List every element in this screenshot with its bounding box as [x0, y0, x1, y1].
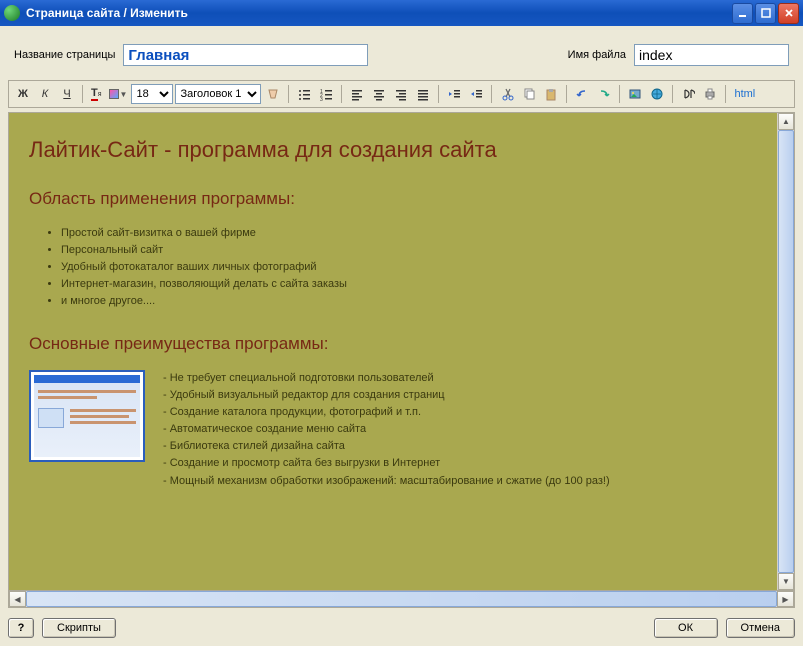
scroll-right-button[interactable]: ▶ — [777, 591, 794, 607]
filename-label: Имя файла — [568, 49, 626, 61]
ordered-list-button[interactable]: 123 — [316, 84, 336, 104]
list-item: Персональный сайт — [61, 242, 757, 259]
indent-button[interactable] — [466, 84, 486, 104]
thumbnail-image — [29, 370, 145, 462]
close-button[interactable] — [778, 3, 799, 24]
list-item: - Удобный визуальный редактор для создан… — [163, 387, 610, 404]
list-item: - Не требует специальной подготовки поль… — [163, 370, 610, 387]
titlebar: Страница сайта / Изменить — [0, 0, 803, 26]
scroll-up-button[interactable]: ▲ — [778, 113, 794, 130]
window-title: Страница сайта / Изменить — [26, 6, 732, 20]
outdent-button[interactable] — [444, 84, 464, 104]
horizontal-scrollbar[interactable]: ◀ ▶ — [8, 591, 795, 608]
minimize-button[interactable] — [732, 3, 753, 24]
list-item: - Мощный механизм обработки изображений:… — [163, 473, 610, 490]
find-button[interactable] — [678, 84, 698, 104]
help-button[interactable]: ? — [8, 618, 34, 638]
toolbar: Ж К Ч Tя ▼ 18 Заголовок 1 123 — [8, 80, 795, 108]
window-buttons — [732, 3, 799, 24]
copy-button[interactable] — [519, 84, 539, 104]
list-item: Простой сайт-визитка о вашей фирме — [61, 225, 757, 242]
dialog-body: Название страницы Имя файла Ж К Ч Tя ▼ 1… — [0, 26, 803, 646]
editor-area: Лайтик-Сайт - программа для создания сай… — [8, 112, 795, 608]
ok-button[interactable]: ОК — [654, 618, 718, 638]
unordered-list-button[interactable] — [294, 84, 314, 104]
format-select[interactable]: Заголовок 1 — [175, 84, 261, 104]
app-icon — [4, 5, 20, 21]
editor-content[interactable]: Лайтик-Сайт - программа для создания сай… — [9, 113, 777, 590]
cut-button[interactable] — [497, 84, 517, 104]
section2-heading: Основные преимущества программы: — [29, 334, 757, 354]
insert-image-button[interactable] — [625, 84, 645, 104]
list-item: - Создание и просмотр сайта без выгрузки… — [163, 455, 610, 472]
page-name-label: Название страницы — [14, 49, 115, 61]
align-center-button[interactable] — [369, 84, 389, 104]
italic-button[interactable]: К — [35, 84, 55, 104]
list-item: - Создание каталога продукции, фотографи… — [163, 404, 610, 421]
list-item: - Библиотека стилей дизайна сайта — [163, 438, 610, 455]
svg-text:3: 3 — [320, 97, 323, 101]
insert-link-button[interactable] — [647, 84, 667, 104]
list-item: Удобный фотокаталог ваших личных фотогра… — [61, 259, 757, 276]
fields-row: Название страницы Имя файла — [8, 34, 795, 80]
cancel-button[interactable]: Отмена — [726, 618, 795, 638]
highlight-button[interactable]: ▼ — [107, 84, 130, 104]
bold-button[interactable]: Ж — [13, 84, 33, 104]
font-size-select[interactable]: 18 — [131, 84, 173, 104]
undo-button[interactable] — [572, 84, 592, 104]
clear-format-button[interactable] — [263, 84, 283, 104]
underline-button[interactable]: Ч — [57, 84, 77, 104]
list-item: и многое другое.... — [61, 293, 757, 310]
maximize-button[interactable] — [755, 3, 776, 24]
section1-list: Простой сайт-визитка о вашей фирме Персо… — [61, 225, 757, 310]
section1-heading: Область применения программы: — [29, 189, 757, 209]
font-color-button[interactable]: Tя — [88, 84, 105, 104]
scroll-down-button[interactable]: ▼ — [778, 573, 794, 590]
align-left-button[interactable] — [347, 84, 367, 104]
filename-input[interactable] — [634, 44, 789, 66]
list-item: Интернет-магазин, позволяющий делать с с… — [61, 276, 757, 293]
align-justify-button[interactable] — [413, 84, 433, 104]
list-item: - Автоматическое создание меню сайта — [163, 421, 610, 438]
content-h1: Лайтик-Сайт - программа для создания сай… — [29, 137, 757, 163]
print-button[interactable] — [700, 84, 720, 104]
scripts-button[interactable]: Скрипты — [42, 618, 116, 638]
align-right-button[interactable] — [391, 84, 411, 104]
scroll-left-button[interactable]: ◀ — [9, 591, 26, 607]
vertical-scrollbar[interactable]: ▲ ▼ — [777, 113, 794, 590]
footer-row: ? Скрипты ОК Отмена — [8, 608, 795, 638]
section2-list: - Не требует специальной подготовки поль… — [163, 370, 610, 489]
html-button[interactable]: html — [731, 88, 758, 100]
paste-button[interactable] — [541, 84, 561, 104]
page-name-input[interactable] — [123, 44, 368, 66]
redo-button[interactable] — [594, 84, 614, 104]
